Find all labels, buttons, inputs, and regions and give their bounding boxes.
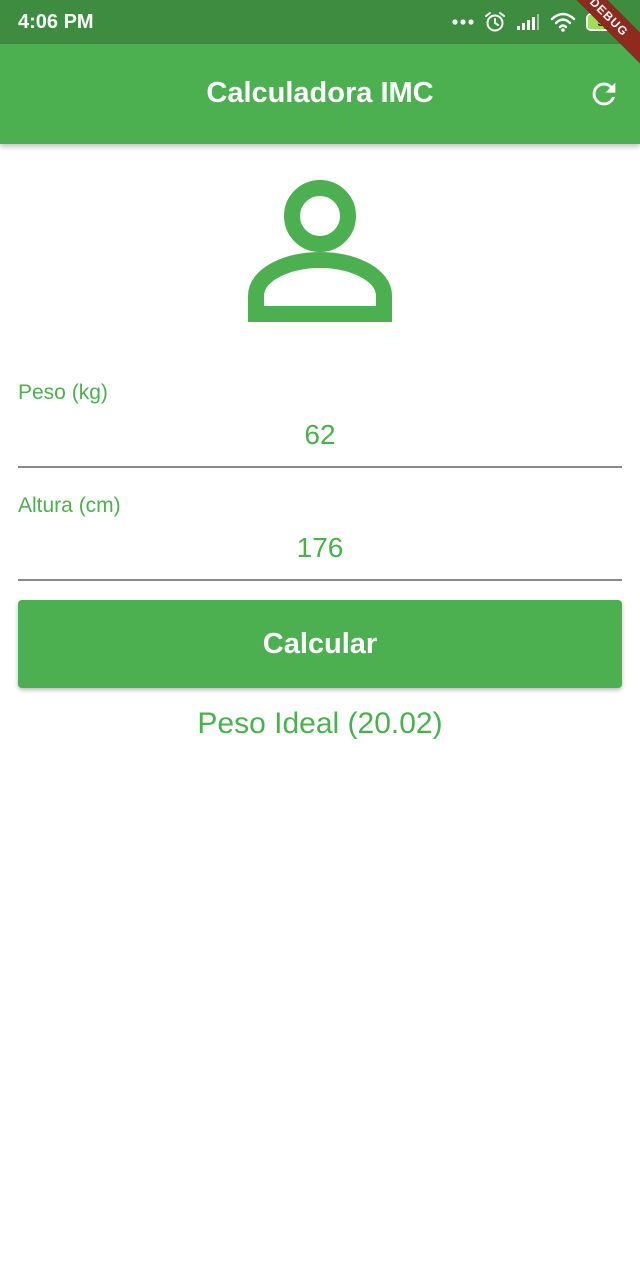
height-label: Altura (cm)	[18, 494, 121, 517]
status-time: 4:06 PM	[18, 11, 94, 33]
weight-underline	[18, 466, 622, 468]
weight-label: Peso (kg)	[18, 381, 108, 404]
weight-field: Peso (kg)	[18, 380, 622, 490]
signal-icon	[517, 14, 539, 30]
height-underline	[18, 579, 622, 581]
wifi-icon	[550, 12, 576, 32]
result-text: Peso Ideal (20.02)	[197, 707, 443, 740]
person-outline-icon	[248, 180, 392, 322]
alarm-icon	[485, 12, 505, 32]
more-dots-icon	[452, 19, 474, 25]
status-bar: 4:06 PM 51	[0, 0, 640, 44]
page-title: Calculadora IMC	[206, 77, 434, 109]
calculate-button[interactable]: Calcular	[18, 600, 622, 688]
calculate-button-label: Calcular	[262, 627, 378, 660]
app-bar: Calculadora IMC	[0, 44, 640, 144]
refresh-icon	[592, 82, 616, 106]
weight-input[interactable]	[18, 410, 622, 460]
height-input[interactable]	[18, 523, 622, 573]
height-field: Altura (cm)	[18, 493, 622, 603]
refresh-button[interactable]	[582, 72, 626, 116]
